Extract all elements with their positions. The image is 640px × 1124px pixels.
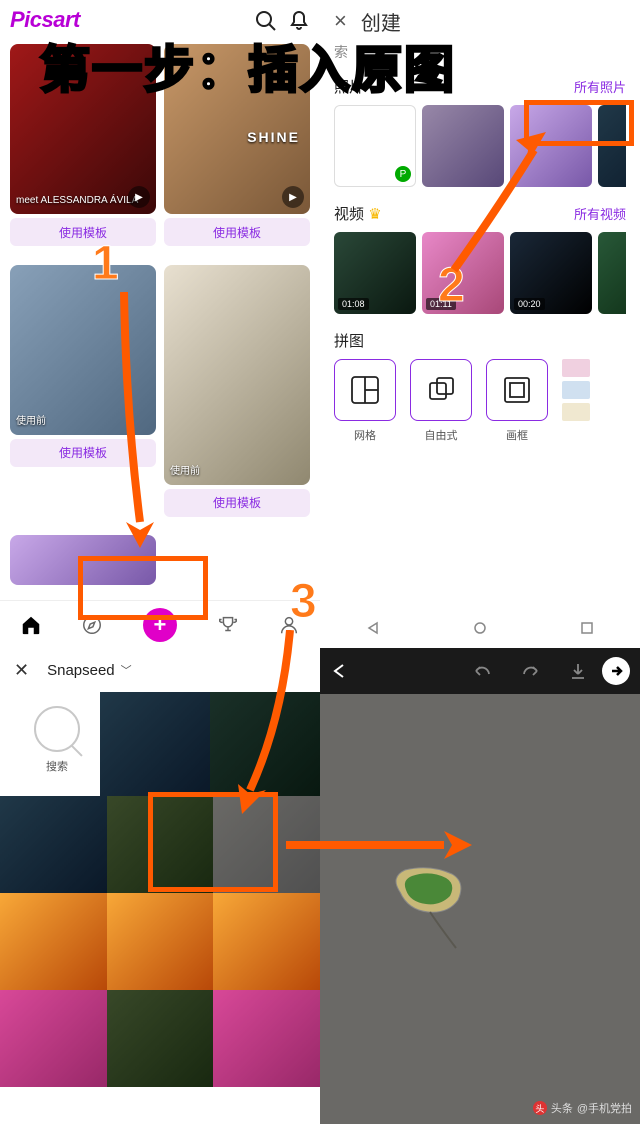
close-icon[interactable]: × <box>334 8 347 34</box>
collage-section: 拼图 网格 自由式 画框 <box>320 322 640 451</box>
template-card[interactable]: meet ALESSANDRA ÁVILA▶ 使用模板 <box>6 40 160 261</box>
collage-frame-option[interactable]: 画框 <box>486 359 548 443</box>
template-feed[interactable]: meet ALESSANDRA ÁVILA▶ 使用模板 SHINE▶ 使用模板 … <box>0 40 320 600</box>
watermark-label: 头条 <box>551 1100 573 1116</box>
template-card[interactable]: SHINE▶ 使用模板 <box>160 40 314 261</box>
video-duration: 01:11 <box>426 298 456 310</box>
album-title[interactable]: Snapseed <box>47 662 115 679</box>
photo-thumb[interactable] <box>210 692 320 796</box>
photos-heading: 照片 <box>334 76 364 97</box>
home-icon[interactable] <box>473 621 487 635</box>
play-icon[interactable]: ▶ <box>128 186 150 208</box>
all-videos-link[interactable]: 所有视频 <box>574 204 626 223</box>
video-duration: 00:20 <box>514 298 545 310</box>
photo-thumb[interactable] <box>213 893 320 990</box>
system-nav-bar <box>320 608 640 648</box>
chevron-down-icon[interactable]: ﹀ <box>121 662 132 678</box>
apply-button[interactable] <box>602 657 630 685</box>
create-header: × 创建 <box>320 0 640 42</box>
watermark: 头 头条 @手机党拍 <box>533 1100 632 1116</box>
redo-icon[interactable] <box>520 661 540 681</box>
card-caption: meet ALESSANDRA ÁVILA <box>16 195 138 206</box>
collage-freestyle-option[interactable]: 自由式 <box>410 359 472 443</box>
search-row: 索 <box>320 42 640 68</box>
grid-icon <box>349 374 381 406</box>
search-icon[interactable] <box>254 9 276 31</box>
video-duration: 01:08 <box>338 298 369 310</box>
video-thumb[interactable]: 01:08 <box>334 232 416 314</box>
freestyle-icon <box>425 374 457 406</box>
card-caption: 使用前 <box>170 462 200 477</box>
bell-icon[interactable] <box>288 9 310 31</box>
card-caption: 使用前 <box>16 412 46 427</box>
photo-thumb[interactable] <box>598 105 626 187</box>
video-thumb[interactable]: 01:11 <box>422 232 504 314</box>
search-tile[interactable]: 搜索 <box>0 692 100 796</box>
back-icon[interactable] <box>330 661 350 681</box>
video-thumb[interactable] <box>598 232 626 314</box>
download-icon[interactable] <box>568 661 588 681</box>
collage-more-preview[interactable] <box>562 359 592 443</box>
photo-thumb[interactable] <box>422 105 504 187</box>
picsart-logo: Picsart <box>10 7 80 33</box>
use-template-button[interactable]: 使用模板 <box>10 218 156 246</box>
collage-label: 画框 <box>506 427 528 443</box>
snapseed-picker: ✕ Snapseed ﹀ 搜索 <box>0 648 320 1124</box>
play-icon[interactable]: ▶ <box>282 186 304 208</box>
picsart-bottom-nav: + <box>0 600 320 648</box>
search-icon <box>34 706 80 752</box>
videos-section: 视频 ♛ 所有视频 01:08 01:11 00:20 <box>320 195 640 322</box>
explore-icon[interactable] <box>81 614 103 636</box>
create-title: 创建 <box>361 7 401 36</box>
photo-thumb[interactable] <box>107 796 214 893</box>
create-panel: × 创建 索 照片 所有照片 P 视频 ♛ 所有视频 01:08 01:11 0… <box>320 0 640 648</box>
use-template-button[interactable]: 使用模板 <box>164 489 310 517</box>
photo-thumb[interactable] <box>213 796 320 893</box>
editor-canvas[interactable]: 头 头条 @手机党拍 <box>320 694 640 1124</box>
snapseed-header: ✕ Snapseed ﹀ <box>0 648 320 692</box>
template-card[interactable]: 使用前 使用模板 <box>160 261 314 532</box>
photo-thumb[interactable] <box>107 893 214 990</box>
collage-label: 自由式 <box>425 427 458 443</box>
photo-thumb[interactable] <box>100 692 210 796</box>
profile-icon[interactable] <box>278 614 300 636</box>
picsart-home-screen: Picsart meet ALESSANDRA ÁVILA▶ 使用模板 SHIN… <box>0 0 320 648</box>
editor-screen: 头 头条 @手机党拍 <box>320 648 640 1124</box>
use-template-button[interactable]: 使用模板 <box>164 218 310 246</box>
undo-icon[interactable] <box>472 661 492 681</box>
photo-grid <box>0 796 320 1087</box>
trophy-icon[interactable] <box>217 614 239 636</box>
watermark-user: @手机党拍 <box>577 1100 632 1116</box>
lotus-image <box>380 862 480 950</box>
home-icon[interactable] <box>20 614 42 636</box>
picsart-header: Picsart <box>0 0 320 40</box>
photo-thumb[interactable] <box>0 796 107 893</box>
use-template-button[interactable]: 使用模板 <box>10 439 156 467</box>
photo-thumb[interactable] <box>0 990 107 1087</box>
editor-toolbar <box>320 648 640 694</box>
photo-thumb[interactable] <box>213 990 320 1087</box>
video-thumb[interactable]: 00:20 <box>510 232 592 314</box>
template-card[interactable]: 使用前 使用模板 <box>6 261 160 532</box>
template-card[interactable] <box>6 531 160 600</box>
watermark-avatar: 头 <box>533 1101 547 1115</box>
photo-thumb[interactable] <box>510 105 592 187</box>
photo-thumb[interactable]: P <box>334 105 416 187</box>
collage-label: 网格 <box>354 427 376 443</box>
frame-icon <box>501 374 533 406</box>
photos-section: 照片 所有照片 P <box>320 68 640 195</box>
search-label: 搜索 <box>14 758 100 774</box>
close-icon[interactable]: ✕ <box>14 660 29 681</box>
videos-heading: 视频 ♛ <box>334 203 382 224</box>
back-icon[interactable] <box>366 621 380 635</box>
collage-grid-option[interactable]: 网格 <box>334 359 396 443</box>
photo-thumb[interactable] <box>0 893 107 990</box>
recent-icon[interactable] <box>580 621 594 635</box>
search-placeholder[interactable]: 索 <box>334 44 348 60</box>
collage-heading: 拼图 <box>334 330 364 351</box>
all-photos-link[interactable]: 所有照片 <box>574 77 626 96</box>
photo-thumb[interactable] <box>107 990 214 1087</box>
create-button[interactable]: + <box>143 608 177 642</box>
